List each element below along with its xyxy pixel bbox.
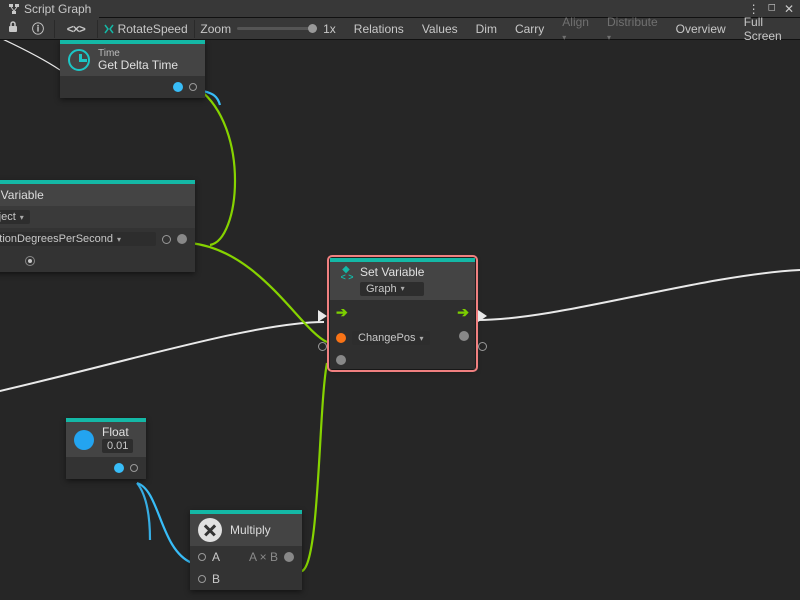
output-port-result[interactable] [284,552,294,562]
menu-distribute[interactable]: Distribute ▾ [601,14,664,44]
variable-scope-icon: < > [338,266,354,282]
input-port-b[interactable] [198,575,206,583]
output-port-value[interactable] [177,234,187,244]
output-port-value[interactable] [173,82,183,92]
graph-canvas[interactable]: Time Get Delta Time Get Variable Object▾… [0,40,800,600]
tab-title: Script Graph [24,2,91,16]
flow-in-port[interactable]: ➔ [336,304,348,321]
scope-dropdown[interactable]: Object▾ [0,210,30,224]
input-port-a[interactable] [198,553,206,561]
toggle-values[interactable]: Values [416,21,464,37]
self-toggle[interactable] [25,256,35,266]
graph-toolbar: ⓘ <×> RotateSpeed Zoom 1x Relations Valu… [0,18,800,40]
node-title: Get Variable [0,188,44,202]
output-port-generic[interactable] [189,83,197,91]
flow-out-triangle[interactable] [478,310,487,322]
input-b-label: B [212,572,220,586]
flow-out-port[interactable]: ➔ [457,304,469,321]
variable-name-dropdown[interactable]: ChangePos▾ [352,331,430,345]
node-title: Set Variable [360,266,424,279]
multiply-icon [198,518,222,542]
tab-script-graph[interactable]: Script Graph [0,0,99,18]
toggle-relations[interactable]: Relations [348,21,410,37]
graph-variable-chip[interactable]: RotateSpeed [104,22,188,36]
toggle-dim[interactable]: Dim [470,21,503,37]
info-icon[interactable]: ⓘ [28,20,48,37]
node-title: Float [102,426,133,439]
exterior-out-port[interactable] [478,342,487,351]
zoom-label: Zoom [200,22,231,36]
input-a-label: A [212,550,220,564]
node-get-variable[interactable]: Get Variable Object▾ otationDegreesPerSe… [0,180,195,272]
variable-icon [104,24,114,34]
zoom-value: 1x [323,22,336,36]
toggle-carry[interactable]: Carry [509,21,550,37]
node-get-delta-time[interactable]: Time Get Delta Time [60,40,205,98]
node-float[interactable]: Float 0.01 [66,418,146,479]
output-port-value[interactable] [459,331,469,341]
exterior-in-port[interactable] [318,342,327,351]
float-type-icon [74,430,94,450]
node-set-variable[interactable]: < > Set Variable Graph▾ ➔ ChangePos▾ ➔ [330,258,475,369]
toggle-fullscreen[interactable]: Full Screen [738,14,796,44]
flow-in-triangle[interactable] [318,310,327,322]
node-title: Multiply [230,523,271,537]
graph-icon [8,3,20,15]
node-title: Get Delta Time [98,59,178,72]
toggle-overview[interactable]: Overview [670,21,732,37]
scope-dropdown[interactable]: Graph▾ [360,282,424,296]
output-port-name[interactable] [162,235,171,244]
zoom-slider[interactable] [237,27,317,30]
output-expr: A × B [249,550,278,564]
node-multiply[interactable]: Multiply A A × B B [190,510,302,590]
input-port-value[interactable] [336,355,346,365]
graph-scope-icon[interactable]: <×> [61,22,91,36]
output-port-value[interactable] [114,463,124,473]
lock-icon[interactable] [4,21,22,36]
tab-bar: Script Graph ⋮ ◻ ✕ [0,0,800,18]
toolbar-varname: RotateSpeed [118,22,188,36]
input-port-name[interactable] [336,333,346,343]
svg-text:< >: < > [341,272,354,282]
output-port-generic[interactable] [130,464,138,472]
float-value-field[interactable]: 0.01 [102,439,133,453]
variable-name-dropdown[interactable]: otationDegreesPerSecond▾ [0,232,156,246]
menu-align[interactable]: Align ▾ [556,14,595,44]
clock-icon [68,49,90,71]
